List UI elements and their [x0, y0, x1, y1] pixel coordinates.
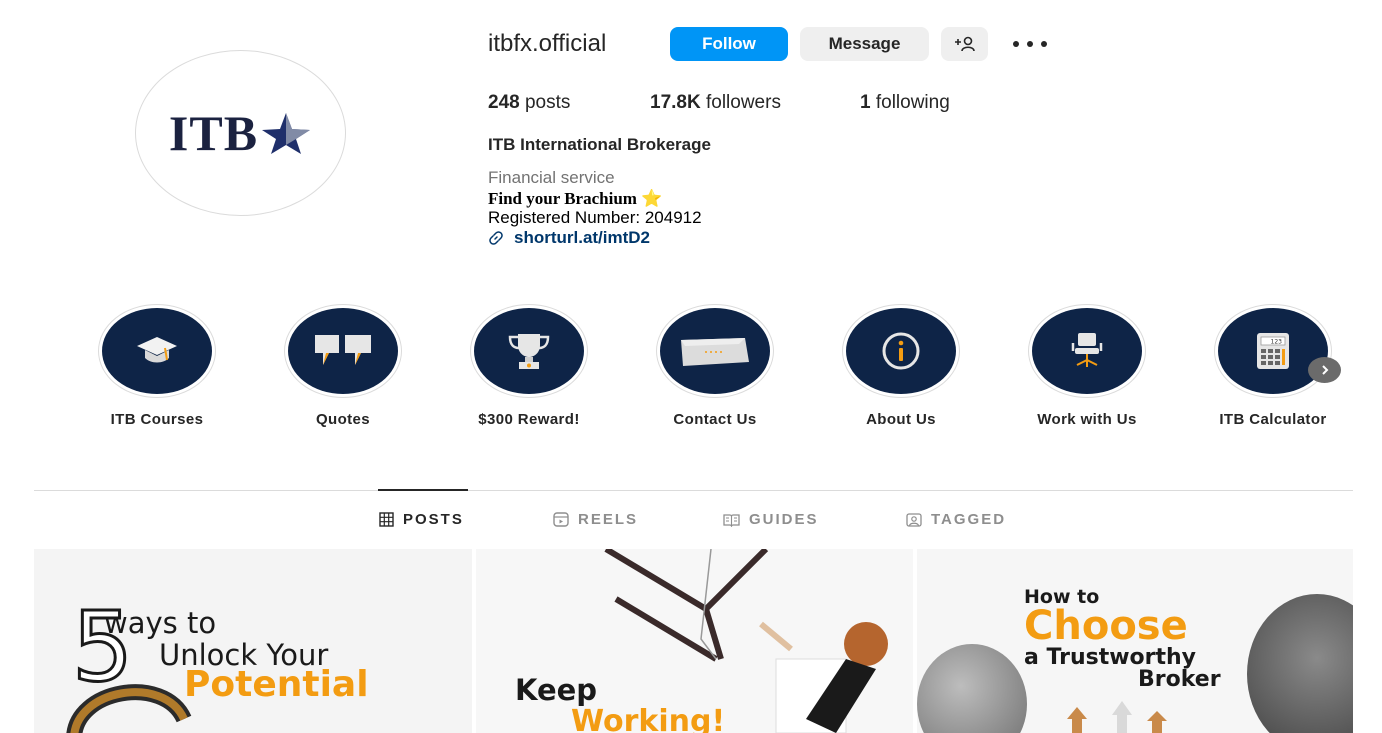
followers-stat[interactable]: 17.8K followers [650, 92, 781, 114]
follow-button[interactable]: Follow [670, 27, 788, 61]
highlight-label: About Us [866, 411, 936, 428]
post-thumbnail-choose-broker[interactable]: How to Choose a Trustworthy Broker [917, 549, 1353, 733]
horseshoe-image [66, 684, 192, 733]
post-title-line: Choose [1024, 603, 1188, 649]
grid-icon [379, 512, 394, 527]
highlight-label: $300 Reward! [478, 411, 580, 428]
logo-text: ITB [168, 105, 259, 161]
suggest-user-button[interactable] [941, 27, 988, 61]
profile-registered-number: Registered Number: 204912 [488, 208, 702, 227]
active-tab-indicator [378, 489, 468, 491]
blurred-sphere-image [917, 644, 1027, 733]
highlight-label: ITB Courses [110, 411, 204, 428]
profile-full-name: ITB International Brokerage [488, 135, 711, 154]
svg-text:123: 123 [1271, 339, 1283, 346]
envelope-icon [681, 338, 749, 366]
profile-category: Financial service [488, 168, 615, 187]
profile-link-text[interactable]: shorturl.at/imtD2 [514, 228, 650, 248]
highlight-work-with-us[interactable]: Work with Us [1012, 304, 1162, 428]
post-title-line: Broker [1138, 667, 1221, 692]
highlights-next-button[interactable] [1308, 357, 1341, 383]
highlight-quotes[interactable]: Quotes [268, 304, 418, 428]
tab-label: TAGGED [931, 511, 1007, 528]
profile-tagline: Find your Brachium ⭐ [488, 189, 663, 208]
highlight-about-us[interactable]: About Us [826, 304, 976, 428]
link-icon [489, 231, 503, 245]
add-user-icon [954, 36, 975, 52]
post-title-line: Potential [184, 664, 369, 705]
tab-label: POSTS [403, 511, 464, 528]
tab-guides[interactable]: GUIDES [723, 511, 819, 528]
tab-label: GUIDES [749, 511, 819, 528]
quote-marks-icon [315, 335, 371, 365]
post-title-line: Working! [571, 704, 726, 733]
info-icon [882, 332, 920, 370]
office-chair-icon [1071, 333, 1103, 367]
highlight-contact-us[interactable]: Contact Us [640, 304, 790, 428]
message-button[interactable]: Message [800, 27, 929, 61]
chess-pieces-image [1067, 701, 1167, 733]
guides-icon [723, 513, 740, 527]
calculator-icon: 123 [1257, 333, 1289, 369]
reels-icon [553, 512, 569, 527]
posts-label: posts [524, 92, 571, 113]
following-count: 1 [860, 92, 871, 113]
highlight-reward[interactable]: $300 Reward! [454, 304, 604, 428]
profile-username: itbfx.official [488, 30, 607, 57]
highlight-label: Work with Us [1037, 411, 1137, 428]
trophy-icon [508, 334, 550, 369]
blurred-sphere-image [1247, 594, 1353, 733]
post-title-line: Keep [515, 673, 598, 707]
posts-count: 248 [488, 92, 520, 113]
highlight-label: ITB Calculator [1219, 411, 1327, 428]
star-logo-icon [262, 113, 311, 154]
chevron-right-icon [1321, 365, 1328, 375]
followers-label: followers [705, 92, 781, 113]
tab-label: REELS [578, 511, 639, 528]
following-label: following [875, 92, 950, 113]
post-title-line: a Trustworthy [1024, 645, 1197, 670]
tab-reels[interactable]: REELS [553, 511, 638, 528]
post-thumbnail-unlock-potential[interactable]: 5 ways to Unlock Your Potential [34, 549, 472, 733]
tagged-icon [906, 512, 922, 527]
tabs-divider [34, 490, 1353, 491]
highlight-itb-courses[interactable]: ITB Courses [82, 304, 232, 428]
followers-count: 17.8K [650, 92, 701, 113]
post-thumbnail-keep-working[interactable]: Keep Working! [476, 549, 913, 733]
tab-tagged[interactable]: TAGGED [906, 511, 1006, 528]
profile-link[interactable]: shorturl.at/imtD2 [488, 228, 650, 248]
post-title-line: ways to [104, 606, 217, 640]
profile-avatar[interactable]: ITB [135, 50, 346, 216]
highlight-label: Quotes [315, 411, 371, 428]
tab-posts[interactable]: POSTS [379, 511, 464, 528]
graduation-cap-icon [137, 337, 177, 363]
highlight-label: Contact Us [673, 411, 757, 428]
following-stat[interactable]: 1 following [860, 92, 950, 114]
more-options-icon[interactable] [1013, 32, 1047, 56]
posts-stat: 248 posts [488, 92, 570, 114]
